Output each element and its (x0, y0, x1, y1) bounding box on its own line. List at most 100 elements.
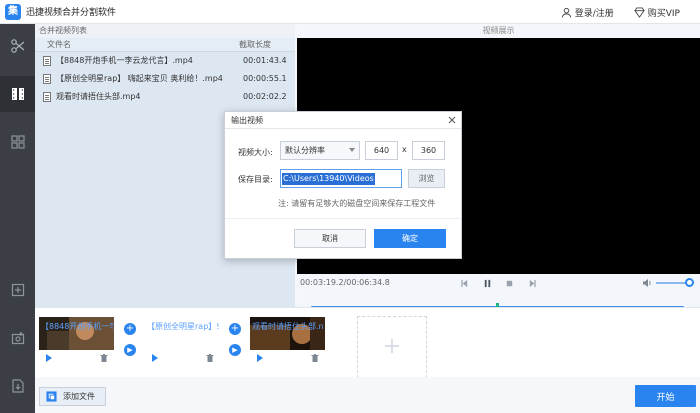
file-icon (43, 92, 51, 102)
resolution-select[interactable]: 默认分辨率 (280, 141, 360, 160)
user-icon (561, 7, 571, 18)
volume-slider[interactable] (656, 278, 694, 287)
preview-transition-button[interactable]: ▶ (229, 344, 241, 356)
output-video-dialog: 输出视频 视频大小: 默认分辨率 640 x 360 保存目录: C:\User… (224, 111, 462, 259)
save-dir-input[interactable]: C:\Users\13940\Videos (280, 169, 402, 188)
pause-icon (484, 279, 490, 287)
volume-control[interactable] (642, 278, 694, 288)
clip-thumbnail: 【8848开炮手机一李 (39, 317, 114, 350)
scissors-icon (10, 39, 24, 53)
export-icon (11, 379, 24, 393)
diamond-icon (634, 6, 645, 18)
file-row[interactable]: 【8848开炮手机一李云龙代言】.mp4 00:01:43.4 (35, 52, 295, 70)
trash-icon[interactable] (100, 354, 108, 362)
cancel-button[interactable]: 取消 (294, 229, 366, 248)
merge-list-header: 合并视频列表 (35, 24, 295, 38)
vip-label: 购买VIP (647, 8, 680, 19)
buy-vip-link[interactable]: 购买VIP (634, 6, 680, 19)
file-icon (43, 56, 51, 66)
import-icon (11, 283, 24, 297)
sidebar-item-import[interactable] (0, 272, 35, 308)
resolution-value: 默认分辨率 (285, 146, 325, 155)
save-dir-value: C:\Users\13940\Videos (282, 173, 375, 185)
file-duration: 00:02:02.2 (243, 92, 287, 101)
play-icon[interactable] (45, 354, 53, 362)
sidebar-item-split[interactable] (0, 28, 35, 64)
chevron-down-icon (349, 148, 355, 152)
clip-name: 【8848开炮手机一李 (41, 322, 113, 331)
sidebar-item-export[interactable] (0, 368, 35, 404)
clip-thumbnail: 【原创全明星rap】! (145, 317, 220, 350)
add-file-button[interactable]: 添加文件 (39, 387, 106, 406)
film-merge-icon (11, 88, 24, 100)
preview-transition-button[interactable]: ▶ (124, 344, 136, 356)
clip-thumbnail: 观看时请捂住头部.n (250, 317, 325, 350)
volume-icon (643, 279, 651, 287)
height-input[interactable]: 360 (412, 141, 445, 160)
sidebar (0, 24, 35, 413)
file-name: 【原创全明星rap】 嗨起来宝贝 奥利给！.mp4 (56, 74, 223, 83)
insert-clip-button[interactable]: + (229, 323, 241, 335)
col-duration: 截取长度 (239, 40, 271, 49)
start-button[interactable]: 开始 (635, 385, 696, 407)
prev-frame-button[interactable] (459, 278, 469, 288)
trash-icon[interactable] (311, 354, 319, 362)
file-duration: 00:01:43.4 (243, 56, 287, 65)
dialog-divider (225, 218, 461, 219)
sidebar-item-merge[interactable] (0, 76, 35, 112)
clip-strip: 【8848开炮手机一李 + ▶ 【原创全明星rap】! + ▶ 观看时请捂住头部… (35, 307, 700, 378)
pause-button[interactable] (482, 278, 492, 288)
width-input[interactable]: 640 (365, 141, 398, 160)
title-bar: 集 迅捷视频合并分割软件 登录/注册 购买VIP (0, 0, 700, 24)
save-dir-label: 保存目录: (238, 175, 273, 184)
add-file-icon (46, 391, 57, 402)
app-window: 集 迅捷视频合并分割软件 登录/注册 购买VIP 合并视频列表 文件名 截取长度… (0, 0, 700, 413)
file-list-column-header: 文件名 截取长度 (35, 38, 295, 52)
confirm-button[interactable]: 确定 (374, 229, 446, 248)
login-label: 登录/注册 (574, 8, 614, 19)
trash-icon[interactable] (206, 354, 214, 362)
clip-card[interactable]: 【8848开炮手机一李 (39, 317, 114, 365)
insert-clip-button[interactable]: + (124, 323, 136, 335)
bottom-bar: 添加文件 开始 (35, 377, 700, 413)
dialog-header: 输出视频 (225, 112, 461, 129)
play-icon[interactable] (151, 354, 159, 362)
file-duration: 00:00:55.1 (243, 74, 287, 83)
volume-knob[interactable] (685, 278, 694, 287)
clip-card[interactable]: 观看时请捂住头部.n (250, 317, 325, 365)
sidebar-item-settings[interactable] (0, 320, 35, 356)
clip-name: 观看时请捂住头部.n (252, 322, 324, 331)
file-name: 观看时请捂住头部.mp4 (56, 92, 141, 101)
stop-button[interactable] (504, 278, 514, 288)
forward-icon (529, 279, 536, 287)
video-size-label: 视频大小: (238, 148, 273, 157)
sidebar-item-grid[interactable] (0, 124, 35, 160)
close-icon (448, 116, 456, 124)
add-file-label: 添加文件 (63, 392, 95, 401)
app-title: 迅捷视频合并分割软件 (26, 8, 117, 18)
file-name: 【8848开炮手机一李云龙代言】.mp4 (56, 56, 193, 65)
rewind-icon (460, 279, 467, 287)
col-filename: 文件名 (47, 40, 71, 49)
settings-icon (11, 332, 24, 345)
clip-card[interactable]: 【原创全明星rap】! (145, 317, 220, 365)
file-row[interactable]: 【原创全明星rap】 嗨起来宝贝 奥利给！.mp4 00:00:55.1 (35, 70, 295, 88)
dialog-close-button[interactable] (447, 115, 457, 125)
clip-name: 【原创全明星rap】! (147, 322, 219, 331)
plus-icon: + (382, 334, 402, 359)
time-readout: 00:03:19.2/00:06:34.8 (300, 278, 390, 287)
app-logo: 集 (5, 3, 21, 20)
add-clip-slot[interactable]: + (357, 316, 427, 378)
grid-icon (10, 135, 25, 149)
stop-icon (506, 280, 512, 286)
file-row[interactable]: 观看时请捂住头部.mp4 00:02:02.2 (35, 88, 295, 106)
preview-header: 视频展示 (482, 26, 515, 35)
play-icon[interactable] (256, 354, 264, 362)
disk-space-note: 注: 请留有足够大的磁盘空间来保存工程文件 (278, 199, 436, 208)
dialog-title: 输出视频 (231, 115, 263, 125)
size-separator: x (402, 145, 407, 154)
login-link[interactable]: 登录/注册 (561, 6, 614, 19)
browse-button[interactable]: 浏览 (408, 169, 445, 188)
file-icon (43, 74, 51, 84)
next-frame-button[interactable] (527, 278, 537, 288)
